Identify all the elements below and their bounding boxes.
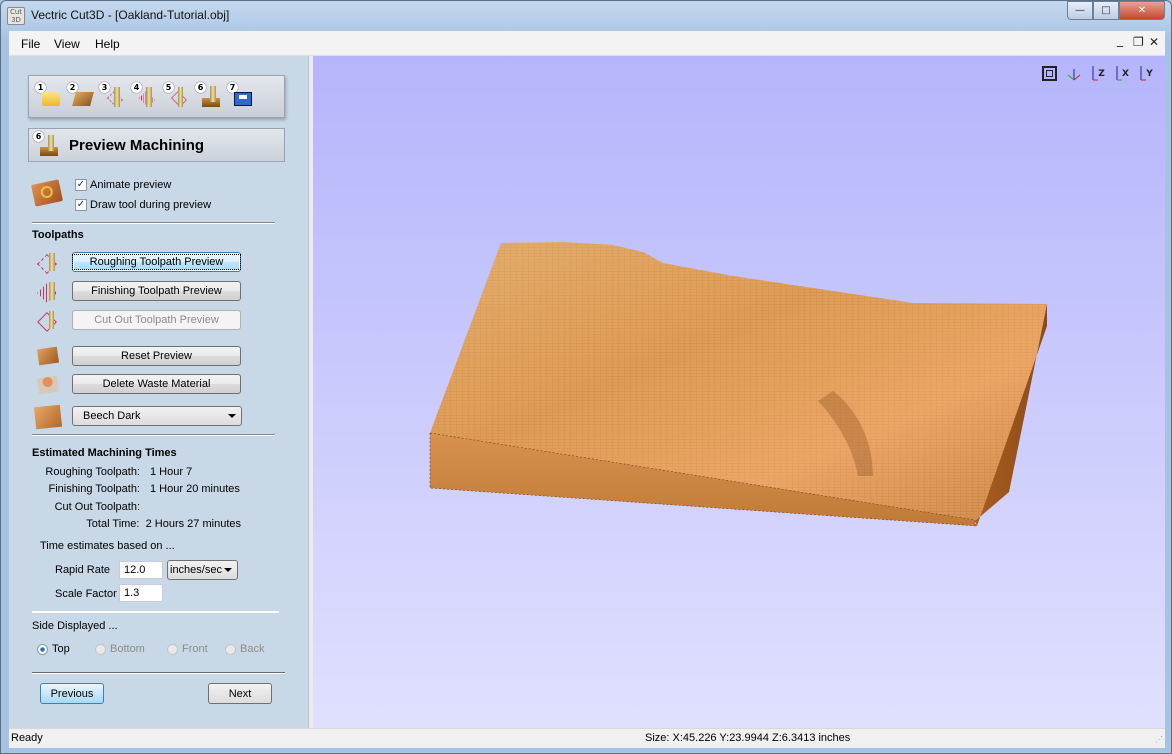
reset-preview-icon [36,346,62,368]
step-3-roughing-icon[interactable]: 3 [99,82,126,109]
preview-machining-icon: 6 [33,130,60,158]
app-icon: Cut 3D [7,7,25,25]
close-button[interactable]: ✕ [1119,1,1165,20]
mdi-restore-button[interactable]: ❐ [1133,35,1144,49]
scale-factor-input[interactable]: 1.3 [119,584,163,602]
mdi-minimize-button[interactable]: _ [1117,33,1123,47]
time-label: Cut Out Toolpath: [54,501,140,513]
model-size-readout: Size: X:45.226 Y:23.9944 Z:6.3413 inches [645,732,851,744]
scale-factor-label: Scale Factor [55,588,117,600]
step-7-save-icon[interactable]: 7 [227,82,254,109]
previous-button[interactable]: Previous [40,683,104,704]
time-value: 1 Hour 20 minutes [150,483,240,495]
menu-file[interactable]: File [21,37,40,51]
material-select[interactable]: Beech Dark [72,406,242,426]
rapid-rate-input[interactable]: 12.0 [119,561,163,579]
divider [32,434,275,436]
menu-bar: File View Help _ ❐ ✕ [9,31,1165,56]
app-window: Cut 3D Vectric Cut3D - [Oakland-Tutorial… [0,0,1172,754]
time-label: Total Time: 2 Hours 27 minutes [86,518,241,530]
cutout-preview-button[interactable]: Cut Out Toolpath Preview [72,310,241,330]
step-2-material-icon[interactable]: 2 [67,82,94,109]
cutout-toolpath-icon [37,310,62,332]
page-header: 6 Preview Machining [28,128,285,162]
check-icon: ✓ [75,199,87,211]
time-value: 1 Hour 7 [150,466,193,478]
step-5-cutout-icon[interactable]: 5 [163,82,190,109]
check-icon: ✓ [75,179,87,191]
terrain-model [429,242,1047,527]
status-bar: Ready Size: X:45.226 Y:23.9944 Z:6.3413 … [9,728,1165,748]
divider [32,611,279,613]
material-swatch-icon [33,404,63,430]
roughing-toolpath-icon [37,252,62,274]
finishing-toolpath-icon [37,281,62,303]
step-1-open-icon[interactable]: 1 [35,82,62,109]
status-text: Ready [11,732,43,744]
step-6-preview-icon[interactable]: 6 [195,82,222,109]
wizard-toolbar: 1 2 3 4 5 6 7 [28,75,285,118]
animate-preview-checkbox[interactable]: ✓ Animate preview [75,179,171,191]
title-bar: Cut 3D Vectric Cut3D - [Oakland-Tutorial… [1,1,1171,31]
left-panel: 1 2 3 4 5 6 7 6 Preview Machining ✓ Anima… [9,56,309,728]
side-front-radio[interactable]: Front [167,643,208,655]
draw-tool-checkbox[interactable]: ✓ Draw tool during preview [75,199,211,211]
toolpaths-heading: Toolpaths [32,229,84,241]
window-title: Vectric Cut3D - [Oakland-Tutorial.obj] [31,8,230,22]
divider [32,222,275,224]
chevron-down-icon [224,568,232,572]
rate-unit-select[interactable]: inches/sec [167,560,238,580]
resize-grip-icon[interactable]: ⋰ [1155,735,1163,744]
time-label: Roughing Toolpath: [45,466,140,478]
side-top-radio[interactable]: Top [37,643,70,655]
maximize-button[interactable]: □ [1093,1,1119,20]
menu-help[interactable]: Help [95,37,120,51]
side-displayed-label: Side Displayed ... [32,620,118,632]
times-heading: Estimated Machining Times [32,447,177,459]
mdi-close-button[interactable]: ✕ [1149,35,1159,49]
next-button[interactable]: Next [208,683,272,704]
animate-settings-icon [31,179,63,207]
time-estimates-label: Time estimates based on ... [40,540,175,552]
chevron-down-icon [228,414,236,418]
divider [32,672,285,674]
roughing-preview-button[interactable]: Roughing Toolpath Preview [71,252,242,272]
reset-preview-button[interactable]: Reset Preview [72,346,241,366]
delete-waste-icon [36,374,62,396]
time-label: Finishing Toolpath: [48,483,140,495]
side-bottom-radio[interactable]: Bottom [95,643,145,655]
step-4-finishing-icon[interactable]: 4 [131,82,158,109]
finishing-preview-button[interactable]: Finishing Toolpath Preview [72,281,241,301]
page-title: Preview Machining [69,136,205,154]
menu-view[interactable]: View [54,37,80,51]
minimize-button[interactable]: — [1067,1,1093,20]
3d-viewport[interactable]: Z X Y [313,56,1165,728]
rapid-rate-label: Rapid Rate [55,564,111,576]
side-back-radio[interactable]: Back [225,643,264,655]
delete-waste-button[interactable]: Delete Waste Material [72,374,241,394]
